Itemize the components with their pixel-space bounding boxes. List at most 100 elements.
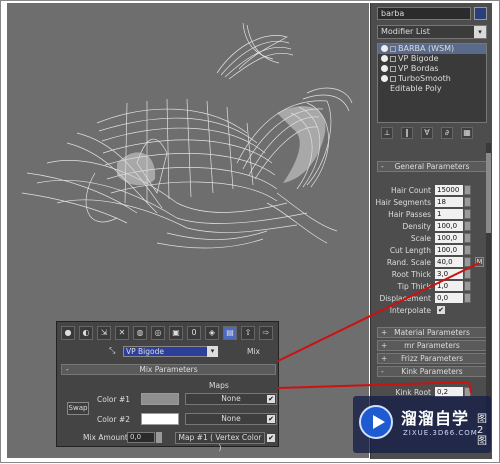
pin-icon[interactable]: ⟂ (381, 127, 393, 139)
stack-item-vp-bigode[interactable]: VP Bigode (378, 54, 486, 64)
watermark-subtitle: ZIXUE.3D66.COM (403, 429, 478, 437)
param-value-field[interactable]: 18 (435, 197, 463, 207)
object-color-swatch[interactable] (474, 7, 487, 20)
param-value-field[interactable]: 40,0 (435, 257, 463, 267)
rollout-toggle: - (66, 365, 69, 374)
remove-modifier-icon[interactable]: ∂ (441, 127, 453, 139)
spinner-icon[interactable] (464, 245, 471, 255)
spinner-icon[interactable] (464, 185, 471, 195)
stack-item-editable-poly[interactable]: Editable Poly (378, 84, 486, 94)
param-value-field[interactable]: 1 (435, 209, 463, 219)
assign-material-icon[interactable]: ⇲ (97, 326, 111, 340)
color2-map-checkbox[interactable]: ✔ (267, 415, 275, 423)
mix-amount-map-button[interactable]: Map #1 ( Vertex Color ) (175, 432, 265, 452)
param-hair-segments: Hair Segments 18 (375, 197, 487, 208)
color2-map-button[interactable]: None (185, 413, 277, 425)
spinner-icon[interactable] (464, 269, 471, 279)
rollout-material-parameters[interactable]: + Material Parameters (377, 327, 487, 338)
param-value-field[interactable]: 100,0 (435, 245, 463, 255)
modifier-stack[interactable]: BARBA (WSM) VP Bigode VP Bordas TurboSmo… (377, 43, 487, 123)
spinner-icon[interactable] (156, 432, 162, 443)
rollout-frizz-parameters[interactable]: + Frizz Parameters (377, 353, 487, 364)
go-to-parent-icon[interactable]: ⇧ (241, 326, 255, 340)
rollout-toggle: + (381, 341, 388, 350)
modifier-list-dropdown[interactable]: Modifier List ▾ (377, 25, 487, 39)
put-to-library-icon[interactable]: ▣ (169, 326, 183, 340)
color2-swatch[interactable] (141, 413, 179, 425)
copy-material-icon[interactable]: ◍ (133, 326, 147, 340)
spinner-icon[interactable] (464, 209, 471, 219)
mix-amount-field[interactable]: 0,0 (127, 432, 155, 443)
material-type-label[interactable]: Mix (247, 346, 260, 357)
interpolate-checkbox[interactable]: ✔ (437, 306, 445, 314)
param-value-field[interactable]: 0,0 (435, 293, 463, 303)
param-label: Scale (410, 234, 431, 243)
watermark-side-text: 图 2 图 (477, 414, 487, 447)
lightbulb-icon[interactable] (381, 55, 388, 62)
param-label: Tip Thick (397, 282, 431, 291)
rollout-mix-parameters[interactable]: - Mix Parameters (61, 364, 276, 375)
color1-map-button[interactable]: None (185, 393, 277, 405)
param-value-field[interactable]: 100,0 (435, 233, 463, 243)
make-unique-icon[interactable]: ∀ (421, 127, 433, 139)
param-displacement: Displacement 0,0 (377, 293, 487, 304)
spinner-icon[interactable] (464, 281, 471, 291)
go-forward-icon[interactable]: ⇨ (259, 326, 273, 340)
spinner-icon[interactable] (464, 197, 471, 207)
param-label: Hair Passes (388, 210, 431, 219)
param-root-thick: Root Thick 3,0 (377, 269, 487, 280)
object-name-field[interactable]: barba (377, 7, 471, 20)
stack-item-label: VP Bordas (398, 64, 439, 73)
lightbulb-icon[interactable] (381, 75, 388, 82)
rollout-title: mr Parameters (404, 341, 460, 350)
stack-item-turbosmooth[interactable]: TurboSmooth (378, 74, 486, 84)
spinner-icon[interactable] (464, 233, 471, 243)
rollout-title: Mix Parameters (139, 365, 198, 374)
expand-box-icon[interactable] (390, 46, 396, 52)
configure-icon[interactable]: ▦ (461, 127, 473, 139)
param-label: Density (402, 222, 431, 231)
chevron-down-icon[interactable]: ▾ (207, 346, 218, 357)
mix-amount-map-checkbox[interactable]: ✔ (267, 434, 275, 442)
mix-amount-label: Mix Amount (83, 433, 128, 442)
stack-item-barba[interactable]: BARBA (WSM) (378, 44, 486, 54)
make-unique-icon[interactable]: ◎ (151, 326, 165, 340)
param-value-field[interactable]: 15000 (435, 185, 463, 195)
map-button[interactable]: M (475, 257, 484, 267)
chevron-down-icon: ▾ (474, 26, 486, 38)
param-value-field[interactable]: 1,0 (435, 281, 463, 291)
param-value-field[interactable]: 3,0 (435, 269, 463, 279)
spinner-icon[interactable] (464, 257, 471, 267)
put-to-scene-icon[interactable]: ◐ (79, 326, 93, 340)
rollout-kink-parameters[interactable]: - Kink Parameters (377, 366, 487, 377)
param-cut-length: Cut Length 100,0 (377, 245, 487, 256)
material-name-field[interactable]: VP Bigode (123, 346, 215, 357)
rollout-title: Kink Parameters (401, 367, 463, 376)
param-value-field[interactable]: 100,0 (435, 221, 463, 231)
scrollbar-thumb[interactable] (486, 153, 491, 233)
material-id-icon[interactable]: 0 (187, 326, 201, 340)
param-label: Hair Segments (375, 198, 431, 207)
reset-map-icon[interactable]: ✕ (115, 326, 129, 340)
get-material-icon[interactable]: ● (61, 326, 75, 340)
spinner-icon[interactable] (464, 221, 471, 231)
lightbulb-icon[interactable] (381, 45, 388, 52)
expand-box-icon[interactable] (390, 76, 396, 82)
eyedropper-icon[interactable]: ⤡ (109, 346, 115, 356)
rollout-mr-parameters[interactable]: + mr Parameters (377, 340, 487, 351)
param-label: Rand. Scale (386, 258, 431, 267)
show-map-icon[interactable]: ◈ (205, 326, 219, 340)
param-interpolate: Interpolate ✔ (377, 305, 487, 316)
expand-box-icon[interactable] (390, 66, 396, 72)
expand-box-icon[interactable] (390, 56, 396, 62)
rollout-general-parameters[interactable]: - General Parameters (377, 161, 487, 172)
lightbulb-icon[interactable] (381, 65, 388, 72)
color1-map-checkbox[interactable]: ✔ (267, 395, 275, 403)
show-end-icon[interactable]: ‖ (401, 127, 413, 139)
color1-swatch[interactable] (141, 393, 179, 405)
swap-button[interactable]: Swap (67, 402, 89, 415)
show-end-result-icon[interactable]: ▤ (223, 326, 237, 340)
stack-item-vp-bordas[interactable]: VP Bordas (378, 64, 486, 74)
spinner-icon[interactable] (464, 293, 471, 303)
screenshot-frame: barba Modifier List ▾ BARBA (WSM) VP Big… (0, 0, 500, 463)
